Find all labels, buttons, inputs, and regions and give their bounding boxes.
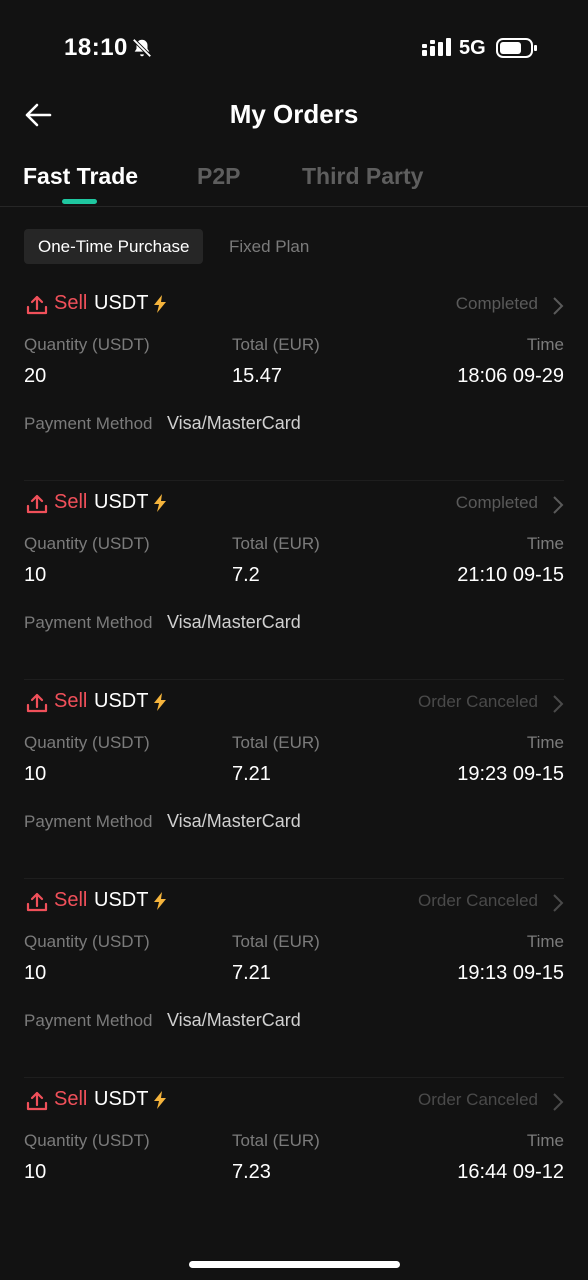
upload-icon bbox=[26, 1091, 48, 1111]
subtab-fixed-plan[interactable]: Fixed Plan bbox=[229, 229, 309, 264]
lightning-icon bbox=[154, 693, 166, 711]
time-value: 21:10 09-15 bbox=[457, 564, 564, 586]
chevron-right-icon bbox=[553, 894, 564, 912]
order-status: Completed bbox=[455, 493, 538, 512]
home-indicator[interactable] bbox=[189, 1261, 400, 1268]
quantity-label: Quantity (USDT) bbox=[24, 1131, 150, 1150]
signal-icon bbox=[422, 38, 451, 56]
quantity-label: Quantity (USDT) bbox=[24, 534, 150, 553]
network-type: 5G bbox=[459, 37, 486, 59]
total-label: Total (EUR) bbox=[232, 534, 320, 553]
order-side: Sell bbox=[54, 690, 88, 712]
time-value: 18:06 09-29 bbox=[457, 365, 564, 387]
quantity-label: Quantity (USDT) bbox=[24, 733, 150, 752]
order-card[interactable]: Sell USDT Order Canceled Quantity (USDT)… bbox=[0, 680, 588, 879]
tab-fast-trade[interactable]: Fast Trade bbox=[23, 163, 138, 190]
total-label: Total (EUR) bbox=[232, 733, 320, 752]
upload-icon bbox=[26, 295, 48, 315]
order-coin: USDT bbox=[94, 690, 149, 712]
page-title: My Orders bbox=[229, 99, 359, 129]
time-value: 19:13 09-15 bbox=[457, 962, 564, 984]
order-coin: USDT bbox=[94, 491, 149, 513]
order-card[interactable]: Sell USDT Order Canceled Quantity (USDT)… bbox=[0, 879, 588, 1078]
upload-icon bbox=[26, 494, 48, 514]
payment-method-value: Visa/MasterCard bbox=[167, 413, 301, 433]
order-status: Order Canceled bbox=[417, 1090, 538, 1109]
time-value: 16:44 09-12 bbox=[457, 1161, 564, 1183]
total-value: 7.21 bbox=[232, 962, 271, 984]
order-status: Order Canceled bbox=[417, 891, 538, 910]
quantity-label: Quantity (USDT) bbox=[24, 335, 150, 354]
tab-bar: Fast Trade P2P Third Party bbox=[0, 160, 588, 207]
lightning-icon bbox=[154, 494, 166, 512]
status-bar: 18:10 5G bbox=[0, 0, 588, 95]
order-card[interactable]: Sell USDT Completed Quantity (USDT) Tota… bbox=[0, 282, 588, 481]
chevron-right-icon bbox=[553, 695, 564, 713]
order-side: Sell bbox=[54, 292, 88, 314]
time-label: Time bbox=[526, 335, 564, 354]
order-coin: USDT bbox=[94, 889, 149, 911]
order-side: Sell bbox=[54, 1088, 88, 1110]
tab-third-party[interactable]: Third Party bbox=[302, 163, 423, 190]
quantity-value: 10 bbox=[24, 962, 47, 984]
lightning-icon bbox=[154, 1091, 166, 1109]
quantity-label: Quantity (USDT) bbox=[24, 932, 150, 951]
payment-method-value: Visa/MasterCard bbox=[167, 612, 301, 632]
time-label: Time bbox=[526, 1131, 564, 1150]
total-value: 7.2 bbox=[232, 564, 260, 586]
battery-icon bbox=[496, 38, 537, 58]
header: My Orders bbox=[0, 95, 588, 135]
upload-icon bbox=[26, 693, 48, 713]
chevron-right-icon bbox=[553, 496, 564, 514]
order-coin: USDT bbox=[94, 292, 149, 314]
quantity-value: 10 bbox=[24, 763, 47, 785]
chevron-right-icon bbox=[553, 1093, 564, 1111]
lightning-icon bbox=[154, 295, 166, 313]
payment-method-value: Visa/MasterCard bbox=[167, 1010, 301, 1030]
total-value: 7.23 bbox=[232, 1161, 271, 1183]
order-card[interactable]: Sell USDT Order Canceled Quantity (USDT)… bbox=[0, 1078, 588, 1218]
total-label: Total (EUR) bbox=[232, 932, 320, 951]
payment-method-label: Payment Method bbox=[24, 613, 153, 632]
subtab-one-time-purchase[interactable]: One-Time Purchase bbox=[24, 229, 204, 264]
order-card[interactable]: Sell USDT Completed Quantity (USDT) Tota… bbox=[0, 481, 588, 680]
order-status: Completed bbox=[455, 294, 538, 313]
total-value: 7.21 bbox=[232, 763, 271, 785]
order-coin: USDT bbox=[94, 1088, 149, 1110]
order-side: Sell bbox=[54, 889, 88, 911]
time-label: Time bbox=[526, 733, 564, 752]
time-value: 19:23 09-15 bbox=[457, 763, 564, 785]
payment-method-label: Payment Method bbox=[24, 812, 153, 831]
upload-icon bbox=[26, 892, 48, 912]
status-time: 18:10 bbox=[64, 34, 128, 61]
quantity-value: 10 bbox=[24, 564, 47, 586]
quantity-value: 20 bbox=[24, 365, 47, 387]
active-tab-indicator bbox=[62, 199, 97, 204]
bell-muted-icon bbox=[132, 38, 152, 58]
order-side: Sell bbox=[54, 491, 88, 513]
payment-method-label: Payment Method bbox=[24, 414, 153, 433]
chevron-right-icon bbox=[553, 297, 564, 315]
payment-method-value: Visa/MasterCard bbox=[167, 811, 301, 831]
time-label: Time bbox=[526, 534, 564, 553]
time-label: Time bbox=[526, 932, 564, 951]
total-value: 15.47 bbox=[232, 365, 283, 387]
lightning-icon bbox=[154, 892, 166, 910]
total-label: Total (EUR) bbox=[232, 1131, 320, 1150]
total-label: Total (EUR) bbox=[232, 335, 320, 354]
payment-method-label: Payment Method bbox=[24, 1011, 153, 1030]
tab-p2p[interactable]: P2P bbox=[197, 163, 240, 190]
order-status: Order Canceled bbox=[417, 692, 538, 711]
quantity-value: 10 bbox=[24, 1161, 47, 1183]
